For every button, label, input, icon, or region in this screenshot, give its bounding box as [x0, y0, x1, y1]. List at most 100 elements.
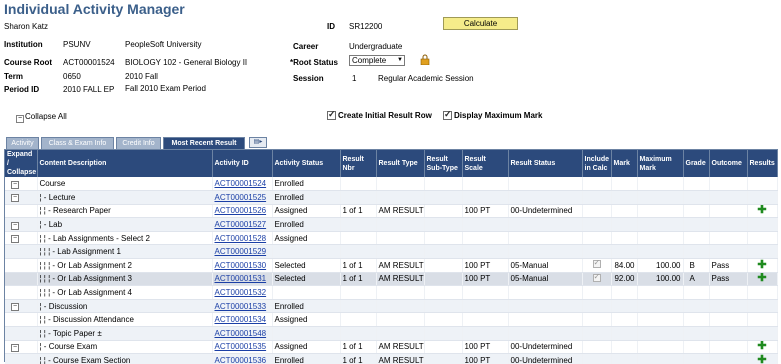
tab-credit-info[interactable]: Credit Info	[116, 137, 161, 149]
activity-id-cell: ACT00001527	[212, 217, 273, 232]
show-all-columns-icon[interactable]: ▤▸	[249, 137, 267, 148]
expand-cell	[5, 326, 38, 341]
collapse-all-link[interactable]: − Collapse All	[16, 112, 67, 123]
activity-status	[272, 244, 341, 260]
collapse-node-icon[interactable]: −	[11, 303, 19, 312]
activity-id-link[interactable]: ACT00001536	[215, 356, 267, 364]
collapse-node-icon[interactable]: −	[11, 180, 19, 189]
activity-id-link[interactable]: ACT00001527	[215, 220, 267, 229]
root-status-label: *Root Status	[290, 58, 338, 67]
activity-id-link[interactable]: ACT00001548	[215, 329, 267, 338]
activity-id-link[interactable]: ACT00001529	[215, 247, 267, 256]
content-description: ¦ ¦ - Research Paper	[37, 204, 213, 219]
activity-id-link[interactable]: ACT00001526	[215, 206, 267, 215]
include-in-calc	[582, 244, 612, 260]
add-result-icon[interactable]: ✚	[757, 273, 766, 284]
collapse-node-icon[interactable]: −	[11, 235, 19, 244]
activity-id-cell: ACT00001525	[212, 190, 273, 205]
result-status	[508, 177, 583, 192]
results-cell	[747, 244, 778, 260]
maximum-mark	[637, 340, 684, 355]
calculate-button[interactable]: Calculate	[443, 17, 518, 30]
results-cell: ✚	[747, 353, 778, 364]
maximum-mark	[637, 190, 684, 205]
content-description: Course	[37, 177, 213, 192]
outcome	[709, 217, 748, 232]
activity-id-link[interactable]: ACT00001528	[215, 234, 267, 243]
table-row: − ¦ - Course Exam ACT00001535 Assigned 1 of …	[5, 340, 778, 355]
maximum-mark	[637, 244, 684, 260]
outcome	[709, 231, 748, 246]
results-cell	[747, 217, 778, 232]
activity-id-link[interactable]: ACT00001532	[215, 288, 267, 297]
activity-status	[272, 285, 341, 300]
collapse-node-icon[interactable]: −	[11, 343, 19, 352]
outcome	[709, 244, 748, 260]
result-scale	[462, 285, 509, 300]
activity-status: Assigned	[272, 340, 341, 355]
activity-id-link[interactable]: ACT00001530	[215, 261, 267, 270]
table-row: ¦ ¦ - Discussion Attendance ACT00001534 As…	[5, 312, 778, 328]
collapse-node-icon[interactable]: −	[11, 221, 19, 230]
root-status-select[interactable]: Complete ▼	[349, 55, 405, 66]
expand-cell: −	[5, 177, 38, 192]
table-row: ¦ ¦ ¦ - Or Lab Assignment 3 ACT00001531 Se…	[5, 272, 778, 287]
add-result-icon[interactable]: ✚	[757, 341, 766, 352]
table-row: − Course ACT00001524 Enrolled	[5, 177, 778, 192]
lock-icon[interactable]	[420, 54, 430, 65]
result-scale	[462, 244, 509, 260]
result-scale: 100 PT	[462, 353, 509, 364]
activity-id-cell: ACT00001526	[212, 204, 273, 219]
career-label: Career	[293, 42, 319, 51]
outcome	[709, 353, 748, 364]
result-nbr: 1 of 1	[340, 272, 377, 287]
results-cell	[747, 231, 778, 246]
add-result-icon[interactable]: ✚	[757, 259, 766, 270]
result-type: AM RESULT	[376, 204, 425, 219]
display-max-checkbox[interactable]: Display Maximum Mark	[443, 109, 542, 120]
activity-id-link[interactable]: ACT00001533	[215, 302, 267, 311]
results-cell	[747, 299, 778, 314]
col-outcome: Outcome	[709, 150, 748, 177]
collapse-node-icon[interactable]: −	[11, 194, 19, 203]
add-result-icon[interactable]: ✚	[757, 205, 766, 216]
activity-id-link[interactable]: ACT00001524	[215, 179, 267, 188]
create-initial-checkbox[interactable]: Create Initial Result Row	[327, 109, 432, 120]
expand-cell: −	[5, 190, 38, 205]
activity-id-link[interactable]: ACT00001525	[215, 193, 267, 202]
maximum-mark: 100.00	[637, 272, 684, 287]
include-in-calc	[582, 190, 612, 205]
activity-status: Enrolled	[272, 190, 341, 205]
activity-id-link[interactable]: ACT00001534	[215, 315, 267, 324]
activity-id-link[interactable]: ACT00001531	[215, 274, 267, 283]
grid-header-row: Expand / Collapse Content Description Ac…	[5, 150, 778, 177]
add-result-icon[interactable]: ✚	[757, 355, 766, 364]
checkbox-checked-icon	[443, 109, 452, 120]
result-status	[508, 299, 583, 314]
result-scale	[462, 326, 509, 341]
grade	[683, 217, 710, 232]
include-calc-checkbox[interactable]	[592, 259, 601, 269]
activity-id-cell: ACT00001534	[212, 312, 273, 328]
activity-id-link[interactable]: ACT00001535	[215, 342, 267, 351]
table-row: ¦ ¦ ¦ - Or Lab Assignment 2 ACT00001530 Se…	[5, 258, 778, 273]
result-nbr	[340, 326, 377, 341]
result-scale	[462, 312, 509, 328]
result-type	[376, 244, 425, 260]
content-description: ¦ ¦ ¦ - Lab Assignment 1	[37, 244, 213, 260]
content-description: ¦ - Lecture	[37, 190, 213, 205]
maximum-mark	[637, 231, 684, 246]
mark	[611, 326, 638, 341]
create-initial-label: Create Initial Result Row	[338, 111, 432, 120]
result-nbr	[340, 177, 377, 192]
tab-most-recent-result[interactable]: Most Recent Result	[163, 137, 245, 149]
include-calc-checkbox[interactable]	[592, 272, 601, 282]
period-label: Period ID	[4, 85, 40, 94]
content-description: ¦ ¦ - Discussion Attendance	[37, 312, 213, 328]
tab-activity[interactable]: Activity	[6, 137, 39, 149]
result-nbr: 1 of 1	[340, 258, 377, 273]
tab-class-exam-info[interactable]: Class & Exam Info	[41, 137, 114, 149]
result-type	[376, 312, 425, 328]
activity-id-cell: ACT00001548	[212, 326, 273, 341]
grade	[683, 312, 710, 328]
